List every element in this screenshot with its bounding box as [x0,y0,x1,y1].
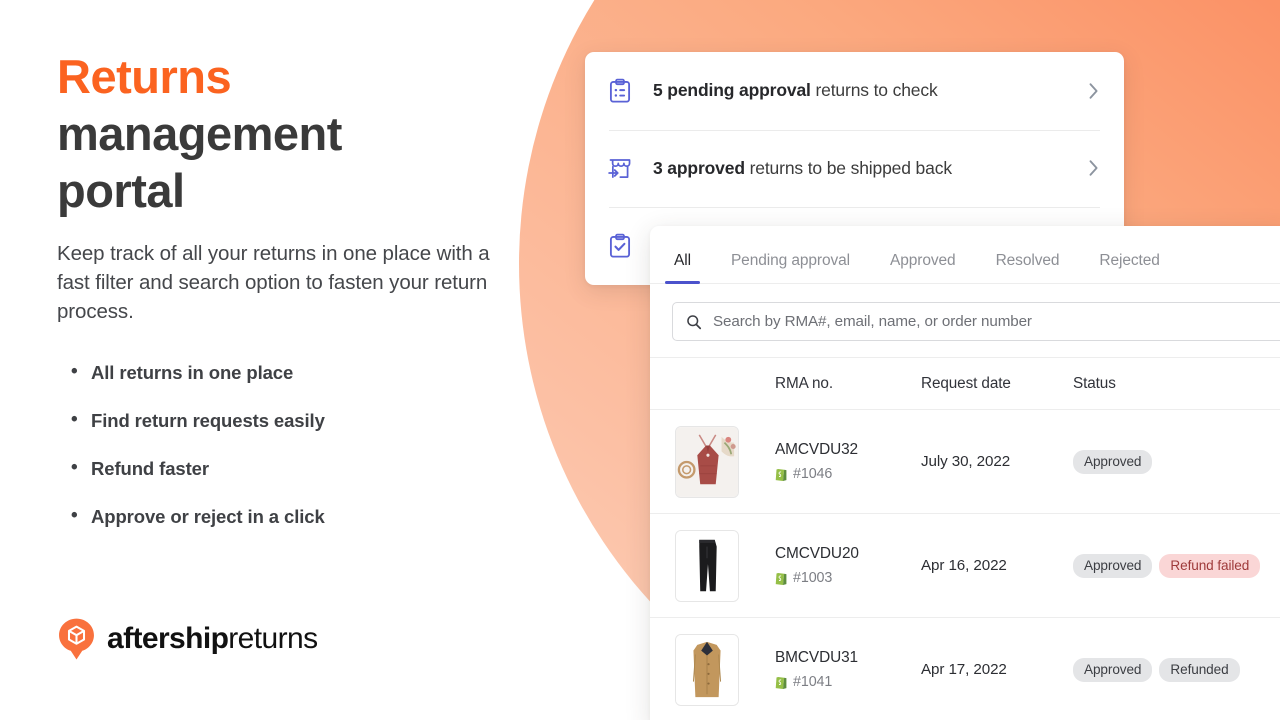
status-badge: Refunded [1159,658,1239,682]
notification-label: 5 pending approval returns to check [653,80,1088,101]
search-icon [686,314,702,330]
search-box[interactable] [672,302,1280,341]
search-bar [650,284,1280,357]
tab-pending-approval[interactable]: Pending approval [731,252,850,284]
order-number: #1003 [793,570,832,586]
status-cell: Approved [1073,450,1280,474]
clipboard-check-icon [607,233,633,259]
tab-rejected[interactable]: Rejected [1099,252,1159,284]
table-row[interactable]: AMCVDU32 #1046 July 30, 2022 Approved [650,410,1280,514]
notification-row-approved-shipping[interactable]: 3 approved returns to be shipped back [585,130,1124,208]
product-thumbnail [675,530,739,602]
status-badge: Refund failed [1159,554,1260,578]
shopify-icon [775,675,788,689]
logo-brand: aftership [107,622,228,655]
clipboard-list-icon [607,78,633,104]
order-reference: #1003 [775,570,921,586]
notification-label: 3 approved returns to be shipped back [653,158,1088,179]
status-badges: Approved Refund failed [1073,554,1280,578]
status-badges: Approved Refunded [1073,658,1280,682]
notification-rest: returns to be shipped back [745,158,952,178]
product-thumbnail [675,634,739,706]
notification-row-pending-approval[interactable]: 5 pending approval returns to check [585,52,1124,130]
headline-line-2: management [57,107,342,160]
status-badge: Approved [1073,450,1152,474]
list-item: Find return requests easily [57,410,517,432]
headline-accent-word: Returns [57,50,231,103]
product-thumbnail-cell [650,634,775,706]
search-input[interactable] [713,313,1274,330]
status-badges: Approved [1073,450,1280,474]
column-header-rma: RMA no. [775,375,921,393]
headline-line-3: portal [57,164,185,217]
request-date: Apr 17, 2022 [921,661,1073,678]
product-thumbnail-cell [650,530,775,602]
tab-resolved[interactable]: Resolved [996,252,1060,284]
aftership-logo: aftershipreturns [57,617,317,661]
returns-list-panel: All Pending approval Approved Resolved R… [650,226,1280,720]
product-thumbnail-cell [650,426,775,498]
order-number: #1041 [793,674,832,690]
rma-number: CMCVDU20 [775,545,921,563]
rma-cell: BMCVDU31 #1041 [775,649,921,690]
order-reference: #1041 [775,674,921,690]
promo-screenshot: Returns management portal Keep track of … [0,0,1280,720]
list-item: All returns in one place [57,362,517,384]
feature-bullet-list: All returns in one place Find return req… [57,362,517,528]
table-row[interactable]: BMCVDU31 #1041 Apr 17, 2022 Approved Ref… [650,618,1280,720]
rma-number: AMCVDU32 [775,441,921,459]
status-badge: Approved [1073,554,1152,578]
tan-coat-image [676,635,738,705]
shopify-icon [775,467,788,481]
chevron-right-icon[interactable] [1088,158,1100,178]
aftership-logo-mark-icon [57,617,96,661]
status-cell: Approved Refunded [1073,658,1280,682]
hero-subcopy: Keep track of all your returns in one pl… [57,239,517,326]
hero-copy: Returns management portal Keep track of … [57,48,517,554]
logo-product: returns [228,622,317,655]
black-pants-image [676,531,738,601]
request-date: July 30, 2022 [921,453,1073,470]
rma-cell: CMCVDU20 #1003 [775,545,921,586]
page-title: Returns management portal [57,48,517,219]
red-dress-image [676,427,738,497]
list-item: Approve or reject in a click [57,506,517,528]
store-return-icon [607,155,633,181]
status-filter-tabs: All Pending approval Approved Resolved R… [650,226,1280,284]
tab-all[interactable]: All [674,252,691,284]
request-date: Apr 16, 2022 [921,557,1073,574]
table-row[interactable]: CMCVDU20 #1003 Apr 16, 2022 Approved Ref… [650,514,1280,618]
rma-number: BMCVDU31 [775,649,921,667]
notification-emphasis: 5 pending approval [653,80,811,100]
order-reference: #1046 [775,466,921,482]
shopify-icon [775,571,788,585]
status-cell: Approved Refund failed [1073,554,1280,578]
rma-cell: AMCVDU32 #1046 [775,441,921,482]
list-item: Refund faster [57,458,517,480]
chevron-right-icon[interactable] [1088,81,1100,101]
column-header-status: Status [1073,375,1280,393]
notification-rest: returns to check [811,80,938,100]
aftership-logo-text: aftershipreturns [107,624,317,654]
table-header-row: RMA no. Request date Status [650,357,1280,410]
order-number: #1046 [793,466,832,482]
status-badge: Approved [1073,658,1152,682]
notification-emphasis: 3 approved [653,158,745,178]
column-header-request-date: Request date [921,375,1073,393]
product-thumbnail [675,426,739,498]
tab-approved[interactable]: Approved [890,252,956,284]
